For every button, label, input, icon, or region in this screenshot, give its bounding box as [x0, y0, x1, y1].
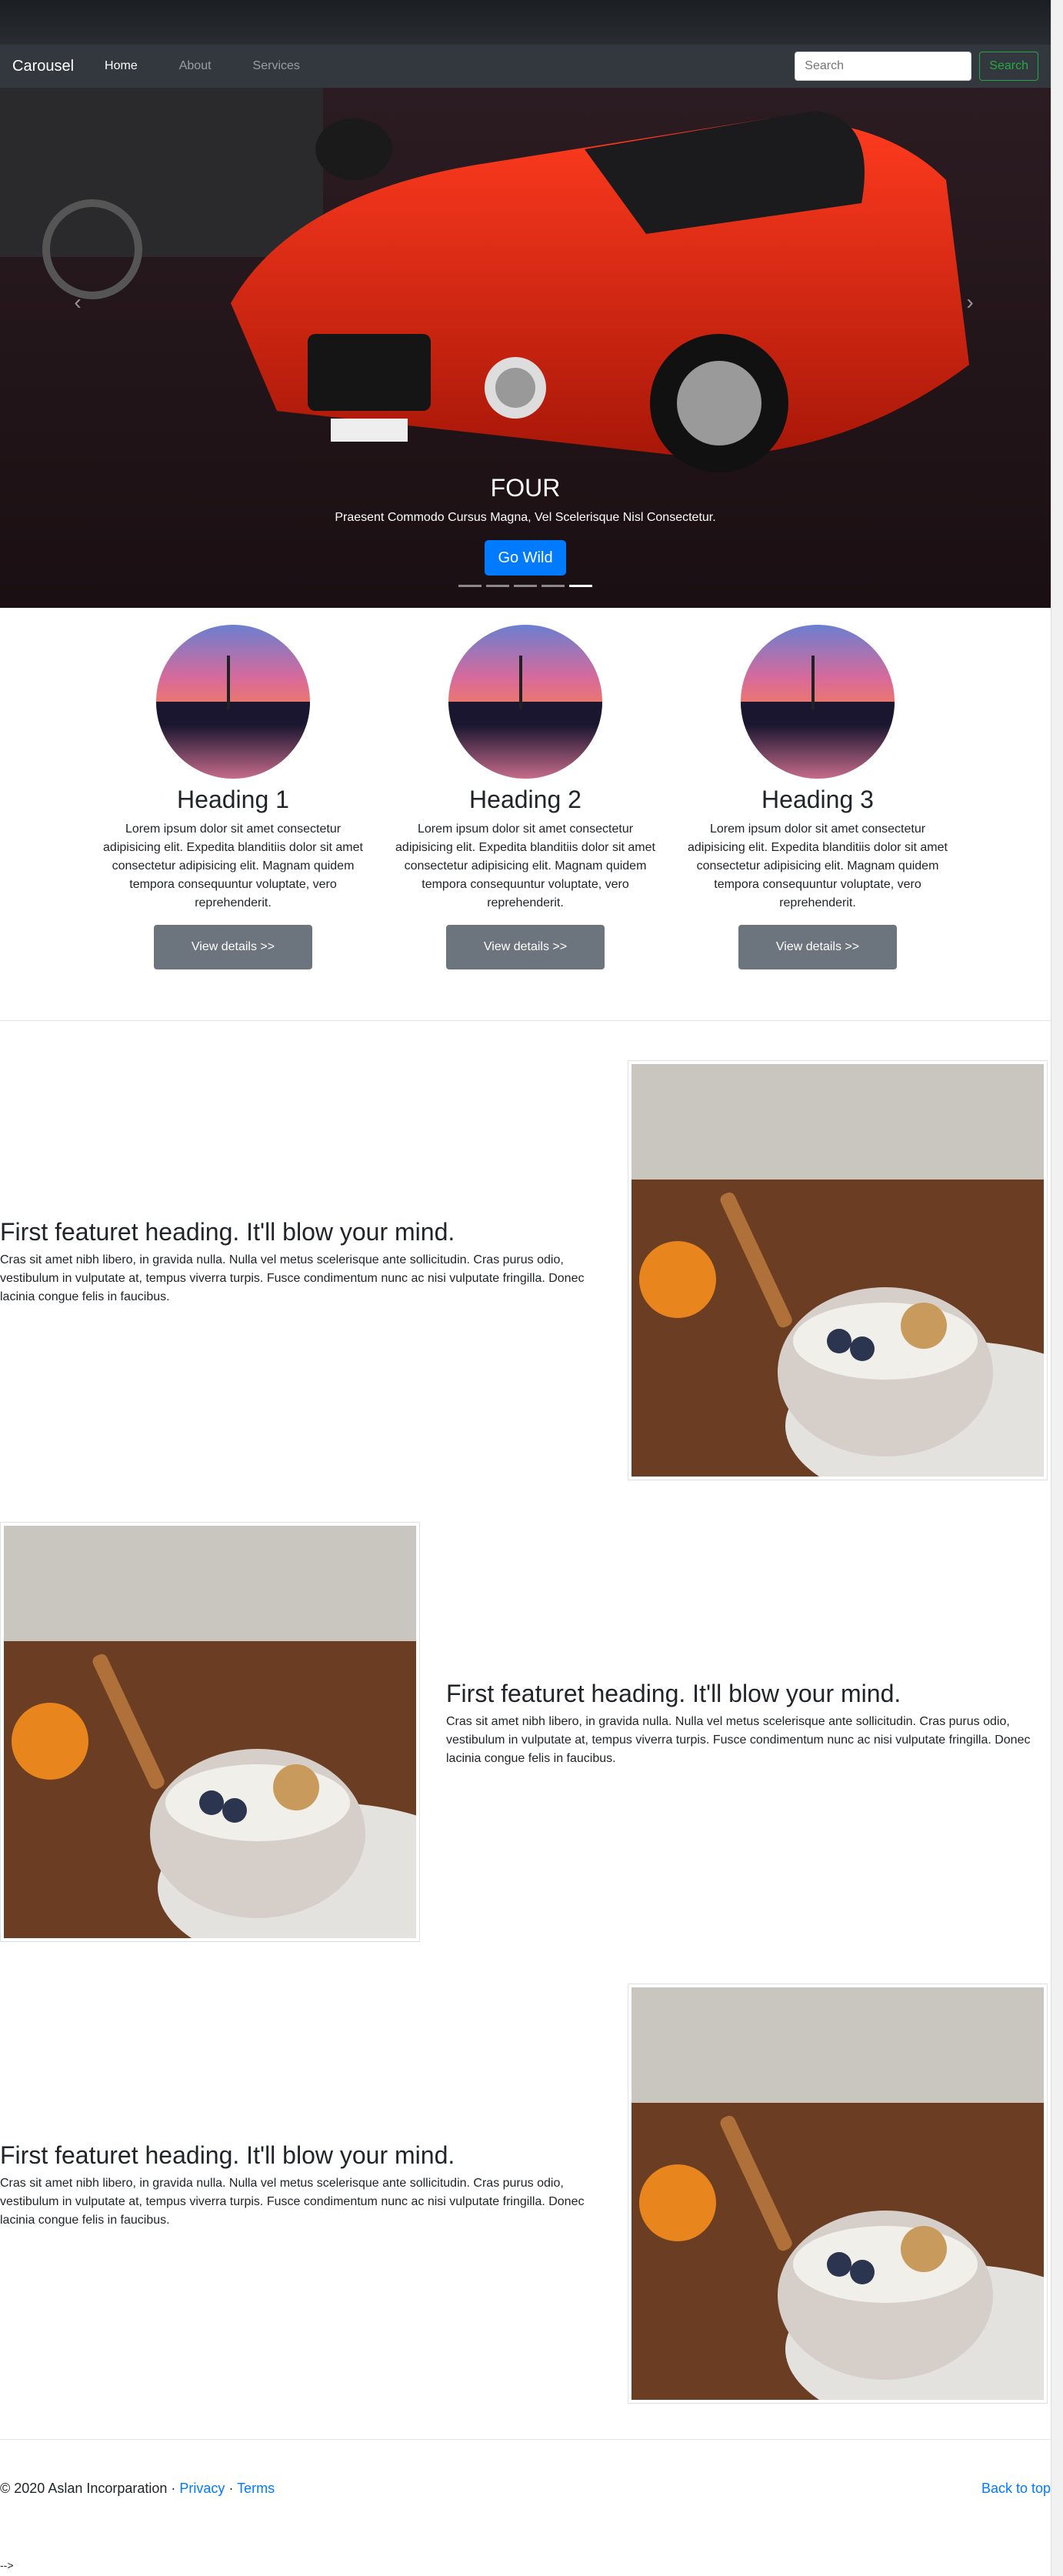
car-image	[0, 88, 1051, 608]
scrollbar[interactable]	[1051, 0, 1063, 2576]
back-to-top-link[interactable]: Back to top	[981, 2481, 1051, 2497]
column-text: Lorem ipsum dolor sit amet consectetur a…	[688, 823, 948, 910]
carousel-title: FOUR	[490, 474, 561, 502]
carousel-next-icon[interactable]: ›	[958, 291, 981, 314]
footer-separator: ·	[228, 2481, 234, 2496]
carousel-indicators	[0, 585, 1051, 587]
trailing-text: -->	[0, 2559, 14, 2571]
featurette-3: First featuret heading. It'll blow your …	[0, 2141, 592, 2230]
go-wild-button[interactable]: Go Wild	[485, 540, 566, 576]
featurette-text: Cras sit amet nibh libero, in gravida nu…	[0, 2177, 585, 2227]
copyright-text: © 2020 Aslan Incorparation ·	[0, 2481, 176, 2496]
featurette-image	[628, 1984, 1063, 2434]
search-input[interactable]	[795, 52, 972, 81]
column-text: Lorem ipsum dolor sit amet consectetur a…	[103, 823, 363, 910]
featurette-text: Cras sit amet nibh libero, in gravida nu…	[446, 1715, 1031, 1766]
column-text: Lorem ipsum dolor sit amet consectetur a…	[395, 823, 655, 910]
thumbnail-image	[448, 625, 602, 779]
column-heading: Heading 1	[177, 786, 289, 813]
hero-carousel: ‹ › FOUR Praesent Commodo Cursus Magna, …	[0, 0, 1051, 608]
divider	[0, 1020, 1051, 1021]
footer: © 2020 Aslan Incorparation · Privacy · T…	[0, 2481, 1051, 2497]
divider	[0, 2439, 1051, 2440]
featurette-1: First featuret heading. It'll blow your …	[0, 1217, 592, 1306]
featurette-heading: First featuret heading. It'll blow your …	[0, 2141, 455, 2169]
carousel-prev-icon[interactable]: ‹	[66, 291, 89, 314]
carousel-text: Praesent Commodo Cursus Magna, Vel Scele…	[335, 511, 716, 524]
featurette-image	[0, 1522, 496, 1972]
featurette-heading: First featuret heading. It'll blow your …	[0, 1218, 455, 1246]
marketing-column-1: Heading 1 Lorem ipsum dolor sit amet con…	[98, 625, 368, 970]
thumbnail-image	[741, 625, 895, 779]
privacy-link[interactable]: Privacy	[179, 2481, 225, 2496]
featurette-heading: First featuret heading. It'll blow your …	[446, 1680, 901, 1707]
navbar-brand[interactable]: Carousel	[12, 58, 74, 75]
nav-link-home[interactable]: Home	[105, 59, 138, 73]
view-details-button[interactable]: View details >>	[154, 925, 312, 970]
marketing-column-2: Heading 2 Lorem ipsum dolor sit amet con…	[391, 625, 660, 970]
column-heading: Heading 2	[469, 786, 581, 813]
featurette-image	[628, 1060, 1063, 1510]
column-heading: Heading 3	[761, 786, 874, 813]
carousel-indicator[interactable]	[514, 585, 537, 587]
carousel-indicator[interactable]	[458, 585, 482, 587]
search-button[interactable]: Search	[979, 52, 1038, 81]
nav-link-about[interactable]: About	[179, 59, 212, 73]
nav-link-services[interactable]: Services	[253, 59, 300, 73]
thumbnail-image	[156, 625, 310, 779]
featurette-2: First featuret heading. It'll blow your …	[446, 1679, 1038, 1768]
featurette-text: Cras sit amet nibh libero, in gravida nu…	[0, 1253, 585, 1304]
terms-link[interactable]: Terms	[237, 2481, 275, 2496]
marketing-column-3: Heading 3 Lorem ipsum dolor sit amet con…	[683, 625, 952, 970]
carousel-indicator[interactable]	[541, 585, 565, 587]
carousel-indicator[interactable]	[486, 585, 509, 587]
view-details-button[interactable]: View details >>	[738, 925, 897, 970]
view-details-button[interactable]: View details >>	[446, 925, 605, 970]
navbar: Carousel Home About Services Search	[0, 45, 1051, 88]
carousel-indicator-active[interactable]	[569, 585, 592, 587]
